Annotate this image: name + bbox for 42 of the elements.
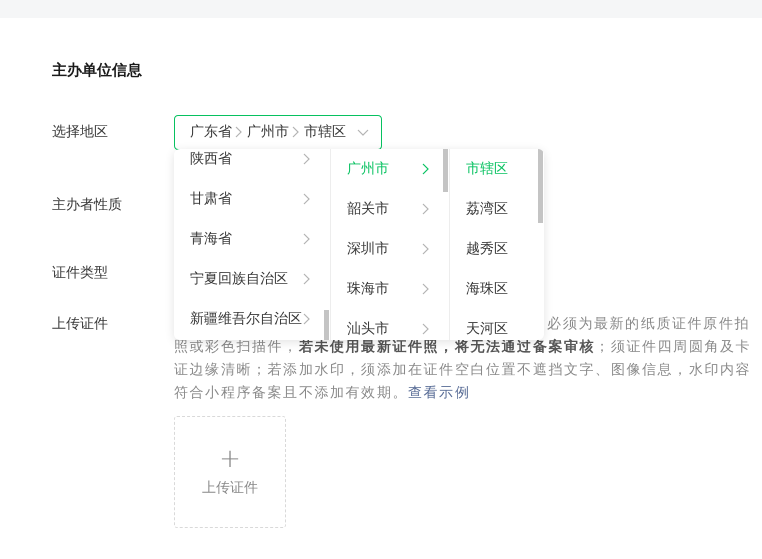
chevron-right-icon [303,313,310,325]
chevron-right-icon [422,323,429,335]
chevron-right-icon [292,126,299,138]
selected-region: 广东省 [190,122,232,142]
scrollbar[interactable] [443,149,448,192]
example-link[interactable]: 查看示例 [408,385,470,401]
section-title: 主办单位信息 [52,60,143,81]
cascader-option[interactable]: 韶关市 [331,189,449,229]
field-label: 选择地区 [52,122,109,142]
scrollbar[interactable] [324,310,329,340]
cascader-option[interactable]: 甘肃省 [174,179,330,219]
scrollbar[interactable] [538,149,543,223]
cascader-option[interactable]: 珠海市 [331,269,449,309]
cascader-option[interactable]: 荔湾区 [450,189,544,229]
cascader-option[interactable]: 新疆维吾尔自治区 [174,299,330,339]
chevron-right-icon [303,153,310,165]
upload-button[interactable]: + 上传证件 [174,416,286,528]
cascader-option[interactable]: 汕头市 [331,309,449,340]
cascader-option[interactable]: 越秀区 [450,229,544,269]
chevron-right-icon [303,193,310,205]
cascader-option[interactable]: 海珠区 [450,269,544,309]
field-label: 证件类型 [52,264,109,282]
field-label: 主办者性质 [52,196,123,214]
selected-region: 广州市 [247,122,289,142]
chevron-right-icon [303,273,310,285]
chevron-right-icon [303,233,310,245]
cascader-option[interactable]: 陕西省 [174,149,330,179]
field-label: 上传证件 [52,315,109,334]
plus-icon: + [219,446,241,472]
cascader-option[interactable]: 青海省 [174,219,330,259]
upload-label: 上传证件 [202,478,258,498]
chevron-right-icon [422,243,429,255]
cascader-option[interactable]: 深圳市 [331,229,449,269]
cascader-option[interactable]: 天河区 [450,309,544,340]
dropdown-caret-icon [357,128,369,136]
chevron-right-icon [422,163,429,175]
cascader-option[interactable]: 宁夏回族自治区 [174,259,330,299]
hint-text: 必须为最新的纸质证件原件拍 [547,315,750,334]
selected-region: 市辖区 [304,122,346,142]
chevron-right-icon [422,283,429,295]
chevron-right-icon [422,203,429,215]
chevron-right-icon [235,126,242,138]
